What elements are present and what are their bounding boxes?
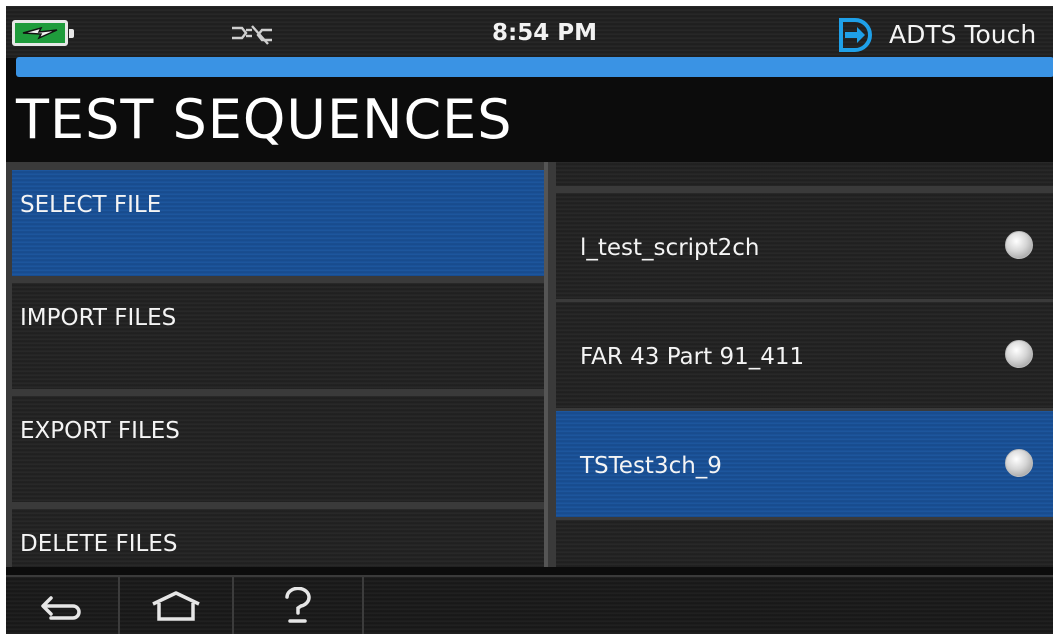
brand-logo-icon <box>833 17 877 57</box>
menu-item-select-file[interactable]: SELECT FILE <box>12 170 544 276</box>
home-icon <box>152 590 200 621</box>
help-icon <box>285 586 311 623</box>
file-name: l_test_script2ch <box>580 235 760 261</box>
back-icon <box>41 595 81 620</box>
menu-item-export-files[interactable]: EXPORT FILES <box>12 396 544 502</box>
unplugged-icon <box>228 22 276 50</box>
clock: 8:54 PM <box>492 20 597 46</box>
header-accent-bar <box>16 57 1054 77</box>
home-button[interactable] <box>120 577 234 636</box>
brand-name: ADTS Touch <box>889 20 1037 49</box>
file-row[interactable]: TSTest3ch_9 <box>556 411 1057 517</box>
menu-item-label: DELETE FILES <box>20 531 178 557</box>
menu-item-import-files[interactable]: IMPORT FILES <box>12 283 544 389</box>
menu-item-label: SELECT FILE <box>20 192 162 218</box>
file-row[interactable]: FAR 43 Part 91_411 <box>556 302 1057 408</box>
menu-item-label: EXPORT FILES <box>20 418 180 444</box>
menu-item-delete-files[interactable]: DELETE FILES <box>12 509 544 567</box>
action-menu: SELECT FILE IMPORT FILES EXPORT FILES DE… <box>6 162 544 567</box>
file-name: TSTest3ch_9 <box>580 453 722 479</box>
battery-charging-icon <box>12 20 74 46</box>
status-bar: 8:54 PM ADTS Touch <box>6 6 1053 58</box>
bottom-nav-bar <box>6 575 1053 636</box>
radio-button[interactable] <box>1005 449 1033 477</box>
help-button[interactable] <box>234 577 364 636</box>
file-name: FAR 43 Part 91_411 <box>580 344 805 370</box>
file-row[interactable]: l_test_script2ch <box>556 193 1057 299</box>
file-row[interactable] <box>556 520 1057 567</box>
menu-item-label: IMPORT FILES <box>20 305 177 331</box>
radio-button[interactable] <box>1005 340 1033 368</box>
back-button[interactable] <box>6 577 120 636</box>
file-list[interactable]: l_test_script2ch FAR 43 Part 91_411 TSTe… <box>544 162 1057 567</box>
radio-button[interactable] <box>1005 231 1033 259</box>
page-title: TEST SEQUENCES <box>16 88 513 151</box>
file-list-top-edge <box>556 162 1057 186</box>
